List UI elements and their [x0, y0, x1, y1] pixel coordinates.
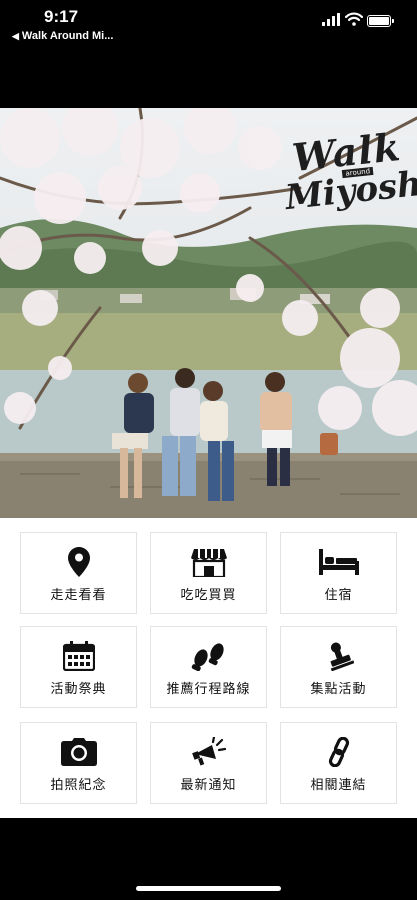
- megaphone-icon: [189, 734, 229, 770]
- status-bar: 9:17 ◀ Walk Around Mi...: [0, 0, 417, 48]
- menu-tile-routes[interactable]: 推薦行程路線: [150, 626, 267, 708]
- footprints-icon: [189, 638, 229, 674]
- stamp-icon: [319, 638, 359, 674]
- hero-photo: Walk around Miyoshi: [0, 108, 417, 518]
- menu-tile-label: 拍照紀念: [50, 777, 107, 793]
- menu-tile-label: 走走看看: [50, 587, 107, 603]
- menu-tile-shopping[interactable]: 吃吃買買: [150, 532, 267, 614]
- menu-tile-label: 吃吃買買: [180, 587, 237, 603]
- map-pin-icon: [59, 544, 99, 580]
- menu-tile-label: 相關連結: [310, 777, 367, 793]
- menu-tile-stamp-rally[interactable]: 集點活動: [280, 626, 397, 708]
- main-menu-grid: 走走看看 吃吃買買 住宿 活動祭典 推薦行程路線 集點活動 拍照紀念 最新通知 …: [0, 518, 417, 818]
- walk-miyoshi-logo: Walk around Miyoshi: [279, 124, 417, 218]
- menu-tile-label: 最新通知: [180, 777, 237, 793]
- cellular-signal-icon: [322, 13, 340, 26]
- camera-icon: [59, 734, 99, 770]
- storefront-icon: [189, 544, 229, 580]
- back-app-label: Walk Around Mi...: [21, 30, 114, 42]
- clock: 9:17: [44, 7, 79, 26]
- menu-tile-accommodation[interactable]: 住宿: [280, 532, 397, 614]
- bed-icon: [318, 544, 359, 580]
- back-triangle-icon: ◀: [12, 31, 19, 41]
- menu-tile-photo[interactable]: 拍照紀念: [20, 722, 137, 804]
- menu-tile-sightseeing[interactable]: 走走看看: [20, 532, 137, 614]
- menu-tile-label: 集點活動: [310, 681, 367, 697]
- menu-tile-links[interactable]: 相關連結: [280, 722, 397, 804]
- calendar-icon: [59, 638, 99, 674]
- home-indicator[interactable]: [136, 886, 281, 891]
- menu-tile-label: 住宿: [324, 587, 353, 603]
- back-to-app-link[interactable]: ◀ Walk Around Mi...: [12, 30, 113, 42]
- battery-icon: [367, 15, 394, 27]
- wifi-icon: [345, 12, 363, 26]
- menu-tile-label: 推薦行程路線: [166, 681, 251, 697]
- menu-tile-news[interactable]: 最新通知: [150, 722, 267, 804]
- menu-tile-events[interactable]: 活動祭典: [20, 626, 137, 708]
- link-icon: [319, 734, 359, 770]
- menu-tile-label: 活動祭典: [50, 681, 107, 697]
